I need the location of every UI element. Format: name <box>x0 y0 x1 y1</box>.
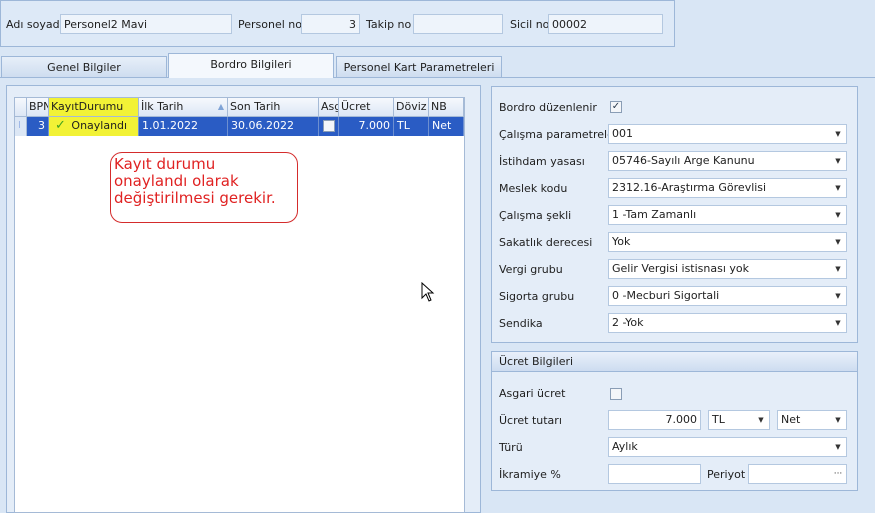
istihdam-yasasi-value: 05746-Sayılı Arge Kanunu <box>612 154 755 167</box>
column-header-ucret[interactable]: Ücret <box>339 98 394 117</box>
chevron-down-icon[interactable]: ▼ <box>830 206 846 224</box>
ikramiye-input[interactable] <box>608 464 701 484</box>
periyot-input[interactable]: ··· <box>748 464 847 484</box>
sigorta-grubu-value: 0 -Mecburi Sigortali <box>612 289 720 302</box>
asgari-ucret-label: Asgari ücret <box>499 387 566 400</box>
chevron-down-icon[interactable]: ▼ <box>830 125 846 143</box>
column-header-nb[interactable]: NB <box>429 98 464 117</box>
takip-no-field[interactable] <box>413 14 503 34</box>
vergi-grubu-value: Gelir Vergisi istisnası yok <box>612 262 750 275</box>
tab-bordro-bilgileri[interactable]: Bordro Bilgileri <box>168 53 334 78</box>
callout-line-1: Kayıt durumu <box>114 155 216 173</box>
chevron-down-icon[interactable]: ▼ <box>830 233 846 251</box>
turu-value: Aylık <box>612 440 638 453</box>
sicil-no-field[interactable]: 00002 <box>548 14 663 34</box>
ikramiye-label: İkramiye % <box>499 468 561 481</box>
vergi-grubu-select[interactable]: Gelir Vergisi istisnası yok ▼ <box>608 259 847 279</box>
personel-no-label: Personel no <box>238 18 302 31</box>
cell-kayit-durumu-label: Onaylandı <box>71 119 128 132</box>
takip-no-label: Takip no <box>366 18 412 31</box>
tab-personel-kart-parametreleri[interactable]: Personel Kart Parametreleri <box>336 56 502 78</box>
mouse-pointer-icon <box>421 282 435 302</box>
vergi-grubu-label: Vergi grubu <box>499 263 563 276</box>
meslek-kodu-select[interactable]: 2312.16-Araştırma Görevlisi ▼ <box>608 178 847 198</box>
column-header-ilk-tarih-label: İlk Tarih <box>141 100 184 113</box>
column-header-kayit-durumu[interactable]: KayıtDurumu <box>49 98 139 117</box>
sigorta-grubu-label: Sigorta grubu <box>499 290 575 303</box>
column-header-asg[interactable]: Asg <box>319 98 339 117</box>
sendika-select[interactable]: 2 -Yok ▼ <box>608 313 847 333</box>
sendika-value: 2 -Yok <box>612 316 644 329</box>
chevron-down-icon[interactable]: ▼ <box>753 411 769 429</box>
sakatlik-derecesi-select[interactable]: Yok ▼ <box>608 232 847 252</box>
wage-info-title: Ücret Bilgileri <box>492 352 857 372</box>
personel-no-field[interactable]: 3 <box>301 14 360 34</box>
chevron-down-icon[interactable]: ▼ <box>830 287 846 305</box>
cell-doviz[interactable]: TL <box>394 117 429 136</box>
calisma-parametreleri-value: 001 <box>612 127 633 140</box>
chevron-down-icon[interactable]: ▼ <box>830 314 846 332</box>
chevron-down-icon[interactable]: ▼ <box>830 152 846 170</box>
cell-nb[interactable]: Net <box>429 117 464 136</box>
istihdam-yasasi-label: İstihdam yasası <box>499 155 585 168</box>
bordro-duzenlenir-label: Bordro düzenlenir <box>499 101 597 114</box>
tab-strip-divider <box>0 77 875 78</box>
chevron-down-icon[interactable]: ▼ <box>830 179 846 197</box>
net-brut-select[interactable]: Net ▼ <box>777 410 847 430</box>
callout-line-2: onaylandı olarak <box>114 172 239 190</box>
ucret-tutari-label: Ücret tutarı <box>499 414 562 427</box>
turu-select[interactable]: Aylık ▼ <box>608 437 847 457</box>
net-brut-value: Net <box>781 413 801 426</box>
check-icon: ✓ <box>55 118 66 133</box>
cell-asg[interactable] <box>319 117 339 136</box>
calisma-sekli-value: 1 -Tam Zamanlı <box>612 208 697 221</box>
sort-asc-icon: ▲ <box>217 102 224 111</box>
calisma-sekli-select[interactable]: 1 -Tam Zamanlı ▼ <box>608 205 847 225</box>
asg-checkbox[interactable] <box>323 120 335 132</box>
sicil-no-label: Sicil no <box>510 18 550 31</box>
row-indicator-header <box>15 98 27 117</box>
calisma-parametreleri-label: Çalışma parametreleri <box>499 128 622 141</box>
annotation-callout: Kayıt durumu onaylandı olarak değiştiril… <box>110 152 298 223</box>
column-header-bpn[interactable]: BPN <box>27 98 49 117</box>
istihdam-yasasi-select[interactable]: 05746-Sayılı Arge Kanunu ▼ <box>608 151 847 171</box>
sendika-label: Sendika <box>499 317 543 330</box>
name-label: Adı soyadı <box>6 18 63 31</box>
currency-value: TL <box>712 413 725 426</box>
name-field[interactable]: Personel2 Mavi <box>60 14 232 34</box>
column-header-son-tarih[interactable]: Son Tarih <box>228 98 319 117</box>
sigorta-grubu-select[interactable]: 0 -Mecburi Sigortali ▼ <box>608 286 847 306</box>
cell-kayit-durumu[interactable]: ✓ Onaylandı <box>49 117 139 136</box>
row-indicator: I <box>15 117 27 136</box>
column-header-doviz[interactable]: Döviz <box>394 98 429 117</box>
chevron-down-icon[interactable]: ▼ <box>830 438 846 456</box>
sakatlik-derecesi-label: Sakatlık derecesi <box>499 236 593 249</box>
meslek-kodu-value: 2312.16-Araştırma Görevlisi <box>612 181 767 194</box>
tab-genel-bilgiler[interactable]: Genel Bilgiler <box>1 56 167 78</box>
bordro-duzenlenir-checkbox[interactable]: ✓ <box>610 101 622 113</box>
ucret-tutari-input[interactable]: 7.000 <box>608 410 701 430</box>
chevron-down-icon[interactable]: ▼ <box>830 260 846 278</box>
asgari-ucret-checkbox[interactable] <box>610 388 622 400</box>
callout-line-3: değiştirilmesi gerekir. <box>114 189 276 207</box>
chevron-down-icon[interactable]: ▼ <box>830 411 846 429</box>
meslek-kodu-label: Meslek kodu <box>499 182 568 195</box>
column-header-ilk-tarih[interactable]: İlk Tarih ▲ <box>139 98 228 117</box>
turu-label: Türü <box>499 441 523 454</box>
cell-bpn[interactable]: 3 <box>27 117 49 136</box>
cell-son-tarih[interactable]: 30.06.2022 <box>228 117 319 136</box>
currency-select[interactable]: TL ▼ <box>708 410 770 430</box>
calisma-parametreleri-select[interactable]: 001 ▼ <box>608 124 847 144</box>
cell-ilk-tarih[interactable]: 1.01.2022 <box>139 117 228 136</box>
calisma-sekli-label: Çalışma şekli <box>499 209 572 222</box>
periyot-label: Periyot <box>707 468 746 481</box>
cell-ucret[interactable]: 7.000 <box>339 117 394 136</box>
sakatlik-derecesi-value: Yok <box>612 235 631 248</box>
ellipsis-icon[interactable]: ··· <box>830 465 846 483</box>
